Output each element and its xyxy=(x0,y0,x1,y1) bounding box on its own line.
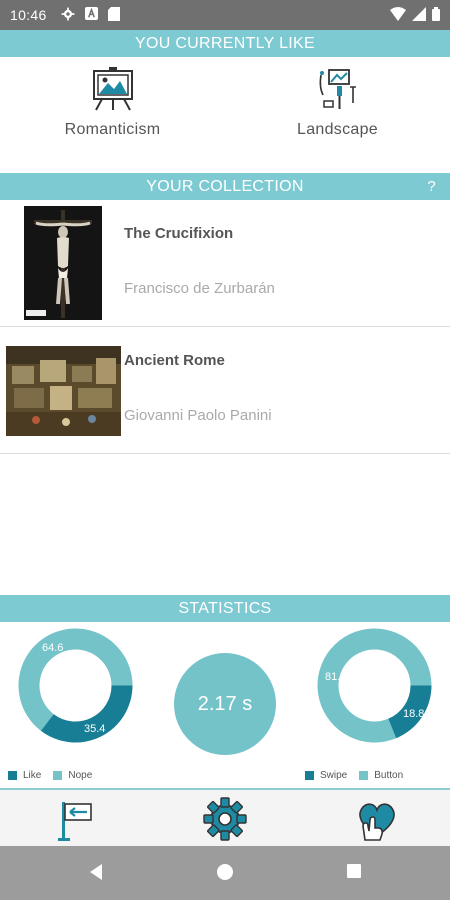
easel-painting-icon xyxy=(0,67,225,111)
back-triangle-icon[interactable] xyxy=(88,863,104,886)
like-legend-swatch xyxy=(8,771,17,780)
button-percent-label: 81.2 xyxy=(325,671,347,683)
average-time-value: 2.17 s xyxy=(197,693,253,715)
back-sign-icon[interactable] xyxy=(56,798,96,847)
battery-icon xyxy=(432,6,440,24)
swipe-button-donut-chart xyxy=(317,628,432,743)
likes-header-title: YOU CURRENTLY LIKE xyxy=(135,35,315,52)
bottom-navigation xyxy=(0,788,450,846)
status-bar: 10:46 xyxy=(0,0,450,30)
collection-item-title: Ancient Rome xyxy=(124,352,225,369)
collection-item-artist: Giovanni Paolo Panini xyxy=(124,407,272,424)
system-navigation-bar xyxy=(0,846,450,900)
nope-legend-swatch xyxy=(53,771,63,780)
signal-icon xyxy=(412,6,426,24)
ancient-rome-thumbnail xyxy=(6,346,121,436)
settings-status-icon xyxy=(61,7,75,24)
like-nope-legend: Like Nope xyxy=(8,770,92,781)
crucifixion-thumbnail xyxy=(24,206,102,320)
like-label-romanticism: Romanticism xyxy=(64,121,161,138)
swipe-legend-swatch xyxy=(305,771,314,780)
like-item-landscape[interactable]: Landscape xyxy=(225,67,450,139)
button-legend-label: Button xyxy=(374,770,404,781)
swipe-button-legend: Swipe Button xyxy=(305,770,403,781)
button-legend-swatch xyxy=(359,771,369,780)
gear-icon[interactable] xyxy=(203,797,247,846)
swipe-percent-label: 18.8 xyxy=(403,708,425,720)
nope-legend-label: Nope xyxy=(68,770,93,781)
likes-header: YOU CURRENTLY LIKE xyxy=(0,30,450,57)
swipe-legend-label: Swipe xyxy=(320,770,348,781)
like-item-romanticism[interactable]: Romanticism xyxy=(0,67,225,139)
likes-section: Romanticism Landscape xyxy=(0,57,450,172)
collection-list: The Crucifixion Francisco de Zurbarán An… xyxy=(0,200,450,454)
statistics-header: STATISTICS xyxy=(0,595,450,622)
recents-square-icon[interactable] xyxy=(346,863,362,884)
home-circle-icon[interactable] xyxy=(216,863,234,886)
collection-item[interactable]: Ancient Rome Giovanni Paolo Panini xyxy=(0,327,450,454)
sd-card-status-icon xyxy=(107,6,120,24)
collection-item-artist: Francisco de Zurbarán xyxy=(124,280,275,297)
help-button[interactable]: ? xyxy=(427,173,436,200)
average-time-circle: 2.17 s xyxy=(174,653,276,755)
like-nope-donut-chart xyxy=(18,628,133,743)
collection-item-title: The Crucifixion xyxy=(124,225,234,242)
statistics-header-title: STATISTICS xyxy=(178,600,272,617)
statistics-section: 64.6 35.4 2.17 s 81.2 18.8 Like Nope Swi… xyxy=(0,623,450,788)
collection-item[interactable]: The Crucifixion Francisco de Zurbarán xyxy=(0,200,450,327)
status-time: 10:46 xyxy=(10,7,47,23)
like-legend-label: Like xyxy=(23,770,42,781)
like-percent-label: 35.4 xyxy=(84,723,106,735)
heart-hand-icon[interactable] xyxy=(355,798,399,847)
wifi-icon xyxy=(390,6,406,24)
paint-tools-icon xyxy=(225,67,450,111)
a-status-icon xyxy=(84,7,98,23)
like-label-landscape: Landscape xyxy=(297,121,378,138)
nope-percent-label: 64.6 xyxy=(42,642,64,654)
collection-header-title: YOUR COLLECTION xyxy=(146,178,304,195)
collection-header: YOUR COLLECTION ? xyxy=(0,173,450,200)
